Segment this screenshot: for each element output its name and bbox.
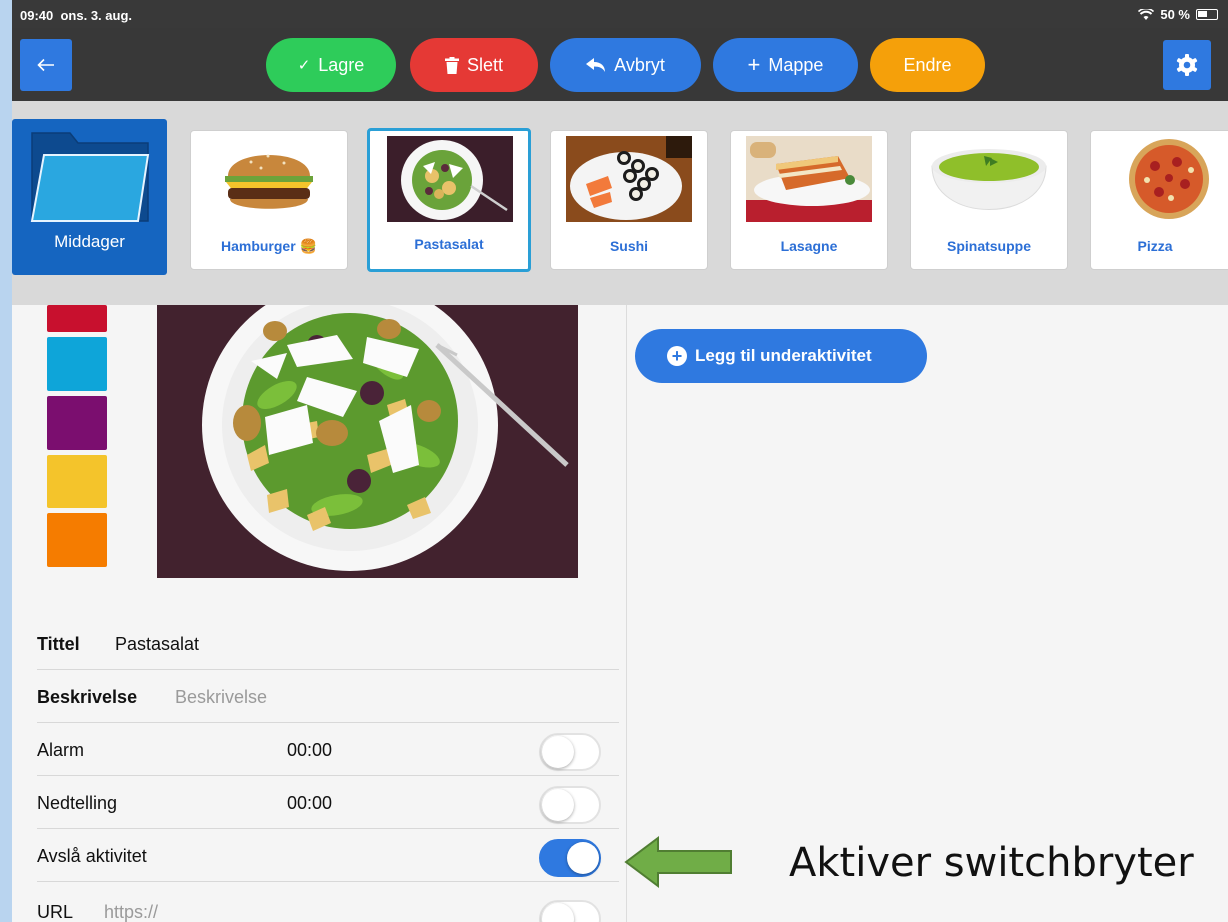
sushi-image <box>566 136 692 222</box>
description-field[interactable]: Beskrivelse <box>175 687 267 708</box>
color-swatch-cyan[interactable] <box>47 337 107 391</box>
activity-editor: Tittel Pastasalat Beskrivelse Beskrivels… <box>12 305 626 922</box>
new-folder-button[interactable]: + Mappe <box>713 38 858 92</box>
url-row: URL https:// <box>37 882 619 922</box>
alarm-toggle[interactable] <box>539 733 601 771</box>
activity-shelf: Middager Hamburger 🍔 Pastasalat Sushi La… <box>12 101 1228 305</box>
card-hamburger[interactable]: Hamburger 🍔 <box>190 130 348 270</box>
card-sushi[interactable]: Sushi <box>550 130 708 270</box>
card-pastasalat[interactable]: Pastasalat <box>367 128 531 272</box>
description-label: Beskrivelse <box>37 687 138 707</box>
undo-icon <box>586 58 606 72</box>
activity-image[interactable] <box>157 305 578 578</box>
check-icon: ✓ <box>297 57 311 74</box>
card-label: Spinatsuppe <box>946 238 1031 254</box>
plus-icon: + <box>747 52 761 77</box>
card-pizza[interactable]: Pizza <box>1090 130 1228 270</box>
card-label: Pastasalat <box>414 236 484 252</box>
callout-text: Aktiver switchbryter <box>789 840 1194 886</box>
gear-icon <box>1176 54 1198 76</box>
folder-icon <box>30 132 150 222</box>
spinatsuppe-image <box>926 136 1052 222</box>
delete-button[interactable]: Slett <box>410 38 538 92</box>
card-label: Pizza <box>1137 238 1173 254</box>
status-bar: 09:40 ons. 3. aug. 50 % <box>12 0 1228 28</box>
back-button[interactable] <box>20 39 72 91</box>
toggle-knob <box>542 789 574 821</box>
card-label: Lasagne <box>780 238 838 254</box>
card-lasagne[interactable]: Lasagne <box>730 130 888 270</box>
url-field[interactable]: https:// <box>104 902 158 922</box>
edit-button[interactable]: Endre <box>870 38 985 92</box>
countdown-label: Nedtelling <box>37 793 118 813</box>
title-row: Tittel Pastasalat <box>37 617 619 670</box>
toggle-knob <box>542 736 574 768</box>
alarm-time[interactable]: 00:00 <box>287 740 332 761</box>
countdown-time[interactable]: 00:00 <box>287 793 332 814</box>
card-label: Hamburger 🍔 <box>220 238 317 254</box>
folder-middager[interactable]: Middager <box>12 119 167 275</box>
title-label: Tittel <box>37 634 80 654</box>
card-label: Sushi <box>609 238 649 254</box>
url-toggle[interactable] <box>539 900 601 922</box>
wifi-icon <box>1138 8 1155 20</box>
url-label: URL <box>37 902 74 922</box>
subactivity-pane: + Legg til underaktivitet <box>626 305 1228 922</box>
status-time: 09:40 ons. 3. aug. <box>20 8 132 23</box>
alarm-row: Alarm 00:00 <box>37 723 619 776</box>
disable-activity-row: Avslå aktivitet <box>37 829 619 882</box>
color-swatch-red[interactable] <box>47 305 107 332</box>
description-row: Beskrivelse Beskrivelse <box>37 670 619 723</box>
plus-circle-icon: + <box>667 346 687 366</box>
folder-label: Middager <box>54 232 125 251</box>
save-button[interactable]: ✓ Lagre <box>266 38 396 92</box>
hamburger-image <box>206 136 332 222</box>
disable-activity-toggle[interactable] <box>539 839 601 877</box>
arrow-left-icon <box>37 58 54 72</box>
disable-activity-label: Avslå aktivitet <box>37 846 147 866</box>
pizza-image <box>1111 136 1228 222</box>
color-swatch-yellow[interactable] <box>47 455 107 508</box>
settings-button[interactable] <box>1163 40 1211 90</box>
toolbar: ✓ Lagre Slett Avbryt + Mappe Endre <box>12 28 1228 101</box>
countdown-row: Nedtelling 00:00 <box>37 776 619 829</box>
color-swatch-purple[interactable] <box>47 396 107 450</box>
lasagne-image <box>746 136 872 222</box>
pastasalat-image <box>387 136 513 222</box>
battery-icon <box>1196 9 1218 20</box>
toggle-knob <box>567 842 599 874</box>
battery-percent: 50 % <box>1160 7 1190 22</box>
color-swatch-orange[interactable] <box>47 513 107 567</box>
alarm-label: Alarm <box>37 740 85 760</box>
status-right: 50 % <box>1138 7 1218 22</box>
cancel-button[interactable]: Avbryt <box>550 38 701 92</box>
trash-icon <box>444 56 459 74</box>
callout-arrow-icon <box>624 836 732 888</box>
toggle-knob <box>542 903 574 922</box>
card-spinatsuppe[interactable]: Spinatsuppe <box>910 130 1068 270</box>
title-field[interactable]: Pastasalat <box>115 634 199 655</box>
add-subactivity-button[interactable]: + Legg til underaktivitet <box>635 329 927 383</box>
countdown-toggle[interactable] <box>539 786 601 824</box>
app-screen: 09:40 ons. 3. aug. 50 % ✓ Lagre Slett Av… <box>12 0 1228 922</box>
